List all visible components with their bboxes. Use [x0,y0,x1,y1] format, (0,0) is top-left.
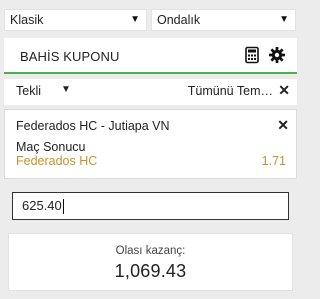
coupon-header: BAHİS KUPONU [4,38,297,74]
text-cursor [62,199,64,215]
market-name: Maç Sonucu [16,140,86,154]
match-name: Federados HC - Jutiapa VN [16,119,170,133]
caret-down-icon[interactable]: ▼ [61,84,71,95]
remove-all-link[interactable]: Tümünü Tem… [188,84,273,98]
caret-down-icon: ▼ [279,14,289,25]
bet-selection-card: Federados HC - Jutiapa VN ✕ Maç Sonucu F… [4,109,297,179]
stake-value: 625.40 [22,198,62,213]
stake-input[interactable]: 625.40 [12,192,289,220]
winnings-amount: 1,069.43 [114,261,187,281]
close-icon[interactable]: ✕ [277,117,289,134]
caret-down-icon: ▼ [130,14,140,25]
selection-odds: 1.71 [261,154,286,168]
odds-format-select[interactable]: Ondalık ▼ [151,9,296,31]
coupon-mode-bar: Tekli ▼ Tümünü Tem… ✕ [4,79,297,105]
stake-area: 625.40 [4,184,297,227]
top-selectors: Klasik ▼ Ondalık ▼ [0,0,301,37]
odds-format-value: Ondalık [157,13,201,27]
bet-type-value: Klasik [10,13,44,27]
gear-icon[interactable] [268,46,286,64]
calculator-icon[interactable] [243,46,261,64]
coupon-title: BAHİS KUPONU [20,49,120,64]
bet-mode-select[interactable]: Tekli [16,84,41,98]
selection-name: Federados HC [16,154,98,168]
close-icon[interactable]: ✕ [278,82,290,99]
winnings-label: Olası kazanç: [115,245,186,257]
potential-winnings: Olası kazanç: 1,069.43 [8,233,293,291]
bet-type-select[interactable]: Klasik ▼ [4,9,147,31]
